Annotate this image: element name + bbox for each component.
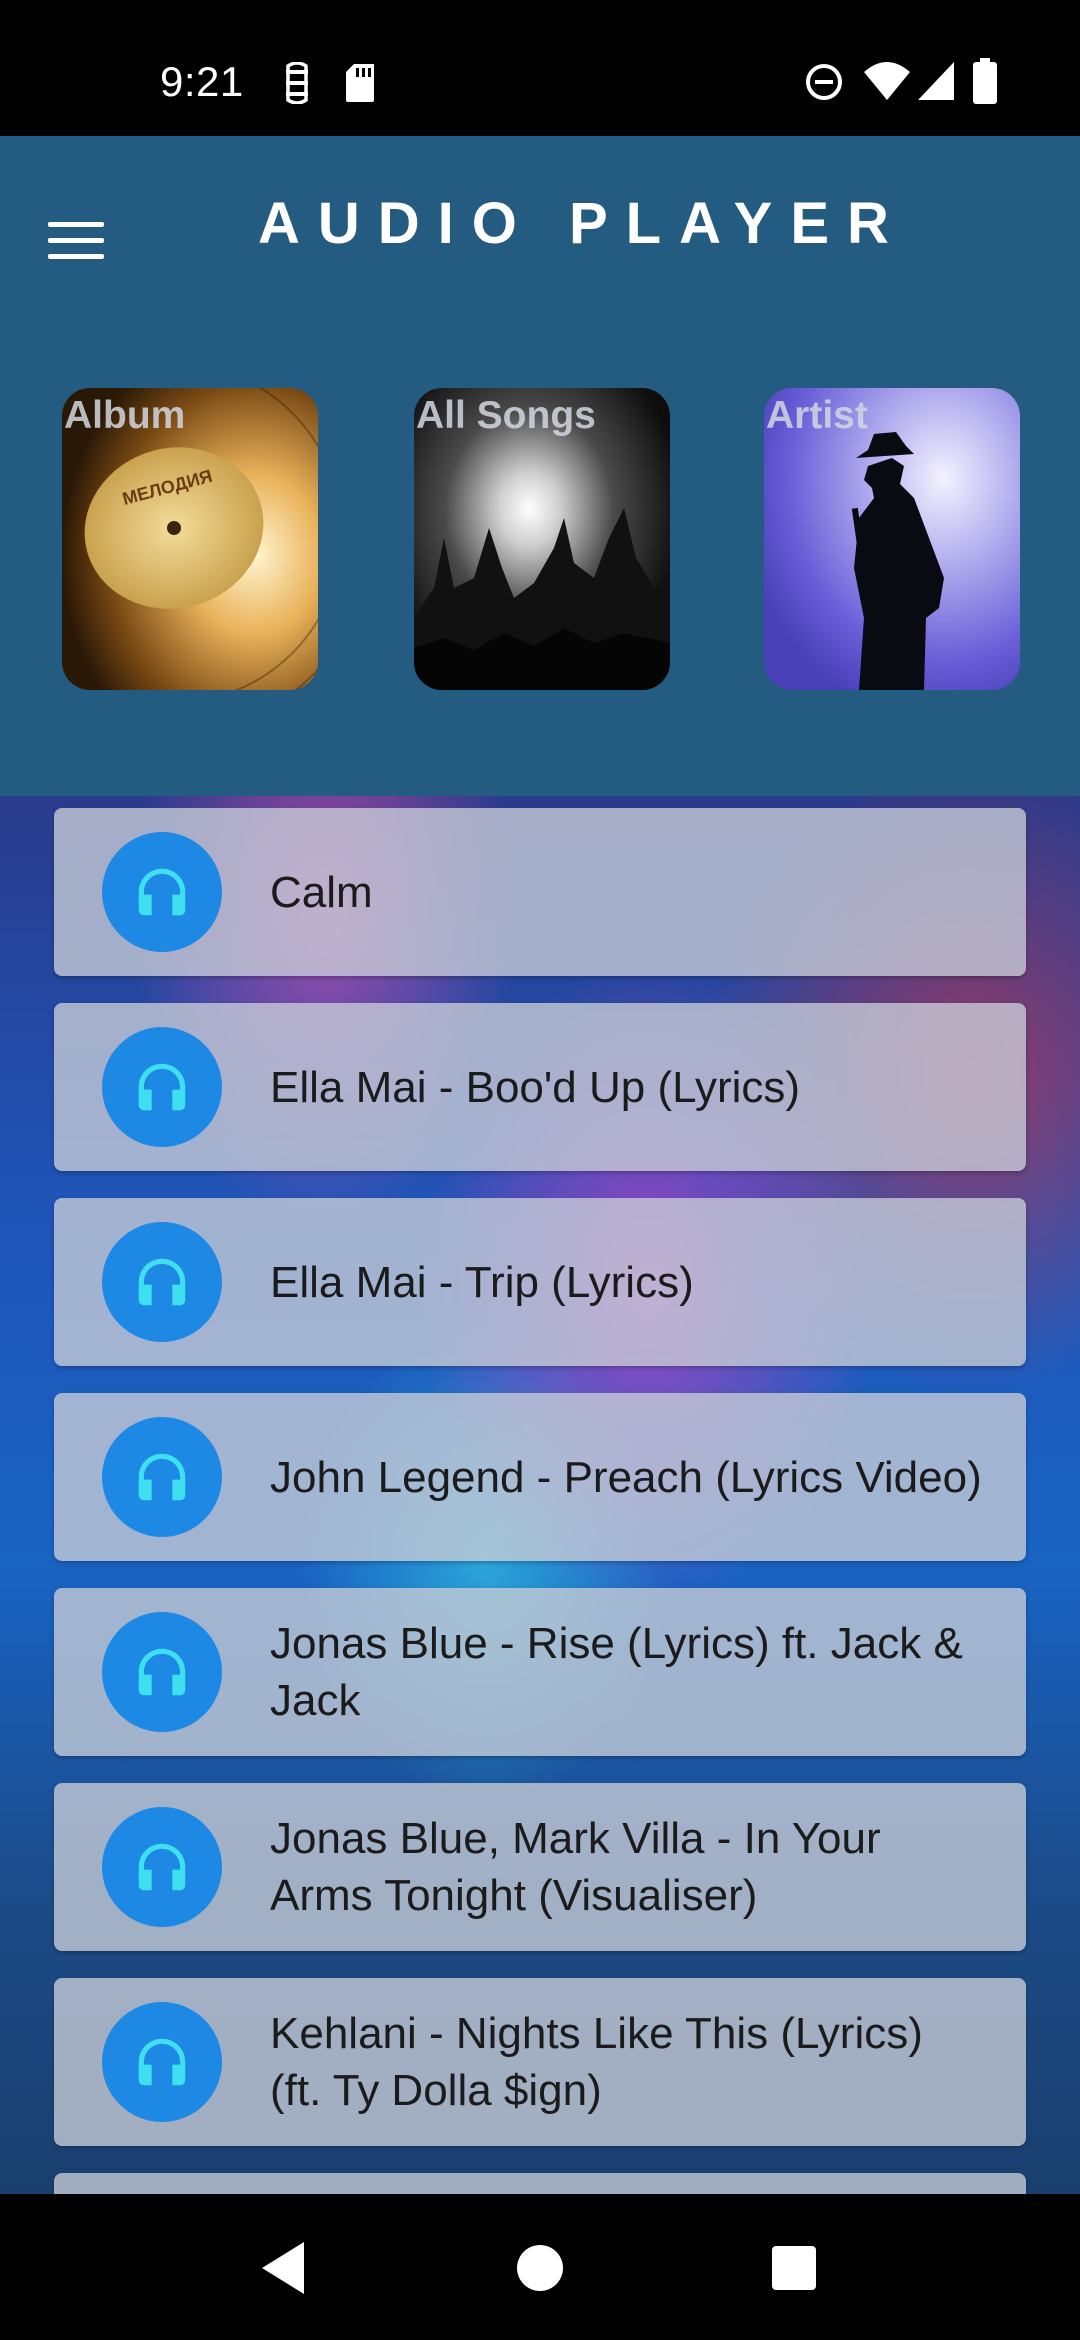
song-title: Jonas Blue - Rise (Lyrics) ft. Jack & Ja… (270, 1619, 963, 1725)
song-avatar (102, 1027, 222, 1147)
tab-label: Album (64, 394, 186, 437)
song-avatar (102, 1807, 222, 1927)
sync-icon (286, 62, 308, 104)
song-list-item[interactable] (54, 2173, 1026, 2194)
status-bar: 9:21 (0, 0, 1080, 136)
tab-all-songs[interactable]: All Songs (414, 388, 670, 690)
do-not-disturb-icon (806, 64, 842, 100)
song-list-item[interactable]: Ella Mai - Trip (Lyrics) (54, 1198, 1026, 1366)
song-title: Ella Mai - Trip (Lyrics) (270, 1257, 694, 1307)
tab-artist[interactable]: Artist (764, 388, 1020, 690)
song-avatar (102, 2002, 222, 2122)
back-icon[interactable] (250, 2232, 322, 2304)
song-list-item[interactable]: Jonas Blue, Mark Villa - In Your Arms To… (54, 1783, 1026, 1951)
sd-card-icon (346, 64, 374, 102)
headphones-icon (138, 868, 186, 916)
battery-icon (973, 58, 997, 104)
song-list-item[interactable]: Jonas Blue - Rise (Lyrics) ft. Jack & Ja… (54, 1588, 1026, 1756)
headphones-icon (138, 1843, 186, 1891)
tab-album[interactable]: МЕЛОДИЯ Album (62, 388, 318, 690)
headphones-icon (138, 1258, 186, 1306)
song-title: Calm (270, 867, 373, 917)
song-list-area[interactable]: Calm Ella Mai - Boo'd Up (Lyrics) Ella Mai… (0, 796, 1080, 2194)
menu-icon (48, 221, 104, 227)
category-tabs: МЕЛОДИЯ Album All Songs Artist (0, 388, 1080, 828)
song-title: John Legend - Preach (Lyrics Video) (270, 1452, 982, 1502)
headphones-icon (138, 2038, 186, 2086)
song-title: Kehlani - Nights Like This (Lyrics) (ft.… (270, 2009, 923, 2115)
song-list-item[interactable]: Calm (54, 808, 1026, 976)
headphones-icon (138, 1063, 186, 1111)
song-avatar (102, 1417, 222, 1537)
signal-icon (918, 62, 954, 100)
app-bar: AUDIO PLAYER МЕЛОДИЯ Album All Songs Art… (0, 136, 1080, 828)
menu-button[interactable] (48, 204, 120, 276)
song-title: Ella Mai - Boo'd Up (Lyrics) (270, 1062, 801, 1112)
song-avatar (102, 832, 222, 952)
song-list-item[interactable]: John Legend - Preach (Lyrics Video) (54, 1393, 1026, 1561)
song-list: Calm Ella Mai - Boo'd Up (Lyrics) Ella Mai… (54, 808, 1026, 2194)
status-time: 9:21 (160, 58, 244, 105)
headphones-icon (138, 1453, 186, 1501)
recents-icon[interactable] (758, 2232, 830, 2304)
song-avatar (102, 1222, 222, 1342)
song-list-item[interactable]: Kehlani - Nights Like This (Lyrics) (ft.… (54, 1978, 1026, 2146)
headphones-icon (138, 1648, 186, 1696)
song-title (270, 2173, 986, 2194)
app-title: AUDIO PLAYER (258, 191, 907, 256)
navigation-bar (0, 2194, 1080, 2340)
wifi-icon (864, 62, 910, 100)
song-list-item[interactable]: Ella Mai - Boo'd Up (Lyrics) (54, 1003, 1026, 1171)
song-title: Jonas Blue, Mark Villa - In Your Arms To… (270, 1814, 881, 1920)
tab-label: Artist (766, 394, 868, 437)
song-avatar (102, 1612, 222, 1732)
home-icon[interactable] (504, 2232, 576, 2304)
tab-label: All Songs (416, 394, 596, 437)
